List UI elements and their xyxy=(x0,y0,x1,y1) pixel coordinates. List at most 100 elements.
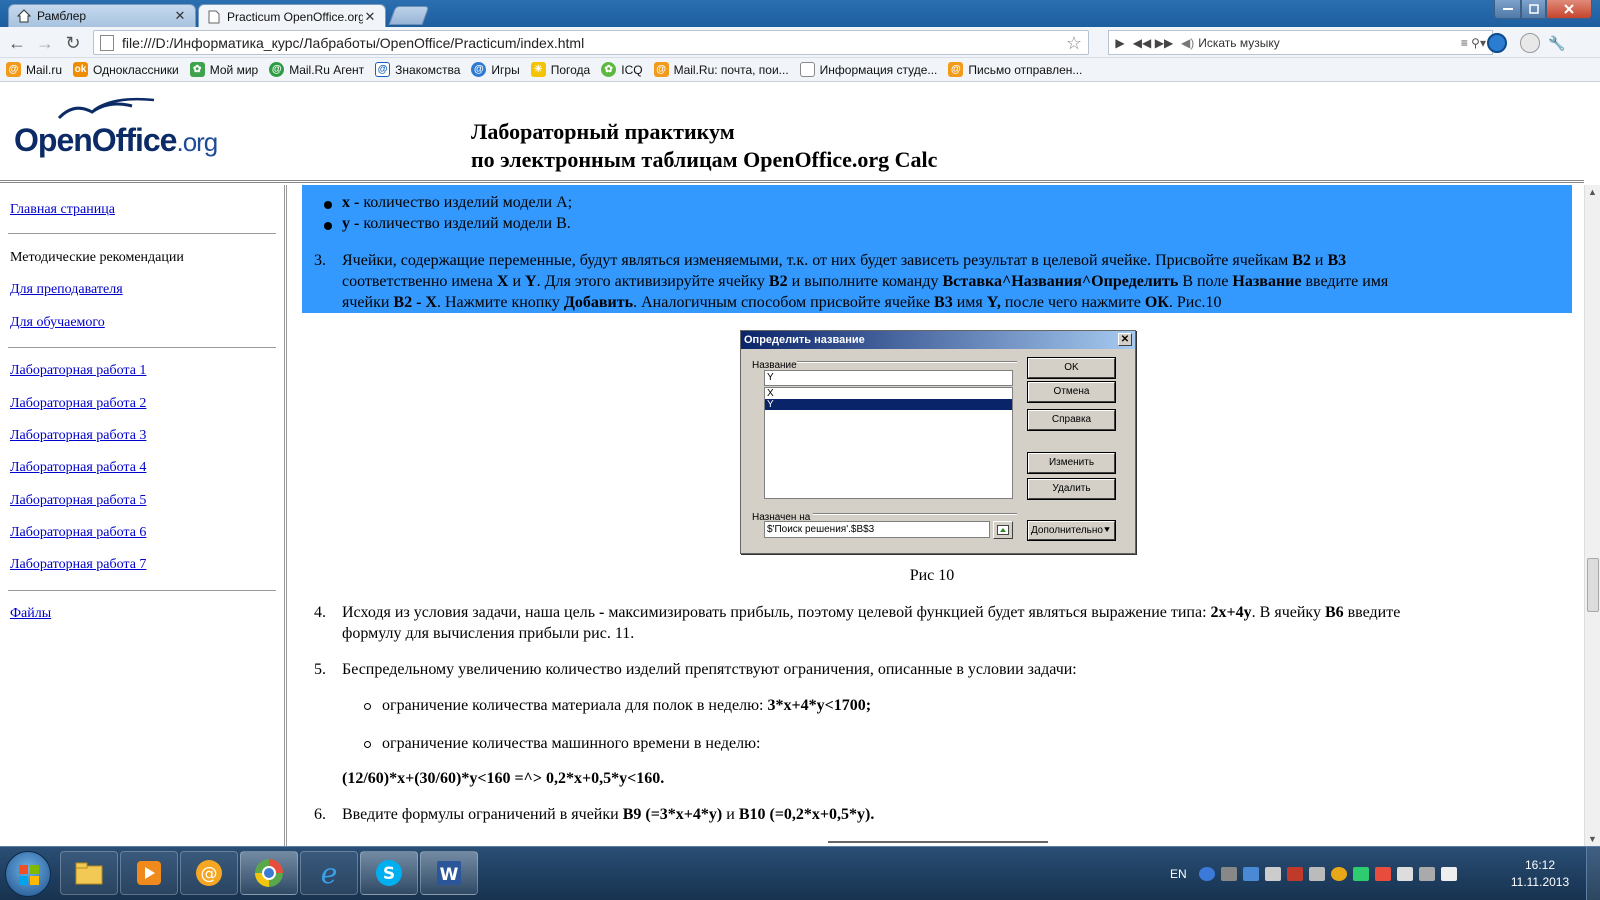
taskbar-mail-agent[interactable]: @ xyxy=(180,851,238,895)
search-icon[interactable]: ≡ ⚲▾ xyxy=(1432,36,1492,50)
close-window-button[interactable] xyxy=(1546,0,1592,19)
scroll-up-icon[interactable]: ▲ xyxy=(1588,187,1597,197)
bookmark-odnoklassniki[interactable]: ok Одноклассники xyxy=(73,62,179,77)
list-item-selected[interactable]: Y xyxy=(765,399,1012,410)
music-search-input[interactable]: Искать музыку xyxy=(1198,36,1280,50)
step-number: 3. xyxy=(314,252,326,269)
forward-arrow-icon[interactable]: → xyxy=(34,32,56,54)
device-icon[interactable] xyxy=(1308,867,1325,881)
bookmark-games[interactable]: @ Игры xyxy=(471,62,520,77)
bookmark-my-world[interactable]: ✿ Мой мир xyxy=(189,62,258,77)
range-reference-input[interactable]: $'Поиск решения'.$B$3 xyxy=(764,521,990,538)
address-bar[interactable]: file:///D:/Информатика_курс/Лабработы/Op… xyxy=(93,30,1089,55)
taskbar-skype[interactable]: S xyxy=(360,851,418,895)
modify-button[interactable]: Изменить xyxy=(1027,452,1116,474)
tab-rambler[interactable]: Рамблер ✕ xyxy=(8,4,196,27)
clock[interactable]: 16:12 11.11.2013 xyxy=(1510,857,1570,891)
shrink-dialog-icon[interactable] xyxy=(993,521,1013,539)
fast-forward-icon[interactable]: ▶▶ xyxy=(1153,36,1175,50)
bookmark-dating[interactable]: @ Знакомства xyxy=(375,62,460,77)
taskbar-internet-explorer[interactable]: e xyxy=(300,851,358,895)
wrench-menu-icon[interactable]: 🔧 xyxy=(1546,32,1568,54)
more-options-button[interactable]: Дополнительно ⯆ xyxy=(1027,520,1116,541)
constraint-material: ограничение количества материала для пол… xyxy=(382,697,872,714)
internet-explorer-icon: e xyxy=(321,858,338,888)
maximize-button[interactable] xyxy=(1521,0,1546,19)
new-tab-button[interactable] xyxy=(388,6,430,25)
odnoklassniki-icon: ok xyxy=(73,62,89,77)
step-3-line-3: ячейки B2 - X. Нажмите кнопку Добавить. … xyxy=(342,294,1222,311)
names-list[interactable]: X Y xyxy=(764,387,1013,499)
icq-tray-icon[interactable] xyxy=(1352,867,1369,881)
sidebar-link-home[interactable]: Главная страница xyxy=(10,202,115,218)
constraint-machine-time: ограничение количества машинного времени… xyxy=(382,735,761,752)
music-search-bar[interactable]: ▶ ◀◀ ▶▶ ◀) Искать музыку ≡ ⚲▾ xyxy=(1108,30,1493,55)
ok-button[interactable]: OK xyxy=(1027,357,1116,379)
mailru-agent-icon[interactable] xyxy=(1487,33,1507,53)
help-button[interactable]: Справка xyxy=(1027,409,1116,431)
bookmark-student-info[interactable]: Информация студе... xyxy=(799,62,937,77)
taskbar-word[interactable]: W xyxy=(420,851,478,895)
network-status-icon[interactable] xyxy=(1418,867,1435,881)
step-6-text: Введите формулы ограничений в ячейки B9 … xyxy=(342,806,875,823)
volume-icon[interactable] xyxy=(1440,867,1457,881)
sidebar-link-lab-6[interactable]: Лабораторная работа 6 xyxy=(10,525,146,541)
skype-icon: S xyxy=(376,860,402,886)
network-icon[interactable] xyxy=(1220,867,1237,881)
bookmark-agent[interactable]: @ Mail.Ru Агент xyxy=(269,62,364,77)
taskbar-explorer[interactable] xyxy=(60,851,118,895)
close-tab-icon[interactable]: ✕ xyxy=(363,9,377,25)
agent-tray-icon[interactable] xyxy=(1330,867,1347,881)
delete-button[interactable]: Удалить xyxy=(1027,478,1116,500)
sidebar-link-lab-7[interactable]: Лабораторная работа 7 xyxy=(10,557,146,573)
extension-icon[interactable] xyxy=(1520,33,1540,53)
bullet xyxy=(324,222,332,230)
sidebar-link-files[interactable]: Файлы xyxy=(10,606,51,622)
rewind-icon[interactable]: ◀◀ xyxy=(1131,36,1153,50)
play-icon[interactable]: ▶ xyxy=(1109,36,1131,50)
back-arrow-icon[interactable]: ← xyxy=(6,32,28,54)
taskbar-media-player[interactable] xyxy=(120,851,178,895)
close-icon[interactable]: ✕ xyxy=(1118,333,1132,346)
windows-taskbar: @ e S W EN 16:12 11.11.2013 xyxy=(0,846,1600,900)
close-tab-icon[interactable]: ✕ xyxy=(173,8,187,24)
bluetooth-icon[interactable] xyxy=(1242,867,1259,881)
taskbar-chrome[interactable] xyxy=(240,851,298,895)
sidebar-link-lab-4[interactable]: Лабораторная работа 4 xyxy=(10,460,146,476)
constraint-formula: (12/60)*x+(30/60)*y<160 =^> 0,2*x+0,5*y<… xyxy=(342,770,665,787)
action-center-flag-icon[interactable] xyxy=(1264,867,1281,881)
bullet xyxy=(364,741,371,748)
start-button[interactable] xyxy=(5,851,51,897)
bookmark-icq[interactable]: ✿ ICQ xyxy=(601,62,643,77)
tab-practicum[interactable]: Practicum OpenOffice.org ✕ xyxy=(198,4,386,28)
security-icon[interactable] xyxy=(1374,867,1391,881)
list-item[interactable]: X xyxy=(765,388,1012,399)
sidebar-link-student[interactable]: Для обучаемого xyxy=(10,315,105,331)
scroll-down-icon[interactable]: ▼ xyxy=(1588,834,1597,844)
help-icon[interactable] xyxy=(1198,867,1215,881)
bullet xyxy=(324,201,332,209)
sidebar-link-lab-5[interactable]: Лабораторная работа 5 xyxy=(10,493,146,509)
bookmark-weather[interactable]: ☀ Погода xyxy=(530,62,590,77)
figure-caption: Рис 10 xyxy=(909,567,955,584)
vertical-scrollbar[interactable]: ▲ ▼ xyxy=(1584,185,1600,846)
sidebar-link-lab-2[interactable]: Лабораторная работа 2 xyxy=(10,396,146,412)
antivirus-icon[interactable] xyxy=(1286,867,1303,881)
bookmark-star-icon[interactable]: ☆ xyxy=(1066,33,1082,54)
name-input[interactable]: Y xyxy=(764,370,1013,386)
minimize-button[interactable] xyxy=(1494,0,1521,19)
scrollbar-thumb[interactable] xyxy=(1587,558,1599,612)
cancel-button[interactable]: Отмена xyxy=(1027,381,1116,403)
power-icon[interactable] xyxy=(1396,867,1413,881)
address-text: file:///D:/Информатика_курс/Лабработы/Op… xyxy=(122,34,585,51)
sidebar-link-lab-1[interactable]: Лабораторная работа 1 xyxy=(10,363,146,379)
show-desktop-button[interactable] xyxy=(1586,847,1600,900)
bookmark-mailru-mail[interactable]: @ Mail.Ru: почта, пои... xyxy=(653,62,789,77)
bookmark-letter-sent[interactable]: @ Письмо отправлен... xyxy=(948,62,1082,77)
svg-text:S: S xyxy=(383,864,395,884)
sidebar-link-lab-3[interactable]: Лабораторная работа 3 xyxy=(10,428,146,444)
bookmark-mailru[interactable]: @ Mail.ru xyxy=(6,62,62,77)
language-indicator[interactable]: EN xyxy=(1170,867,1187,881)
sidebar-link-teacher[interactable]: Для преподавателя xyxy=(10,282,123,298)
reload-icon[interactable]: ↻ xyxy=(62,32,84,54)
